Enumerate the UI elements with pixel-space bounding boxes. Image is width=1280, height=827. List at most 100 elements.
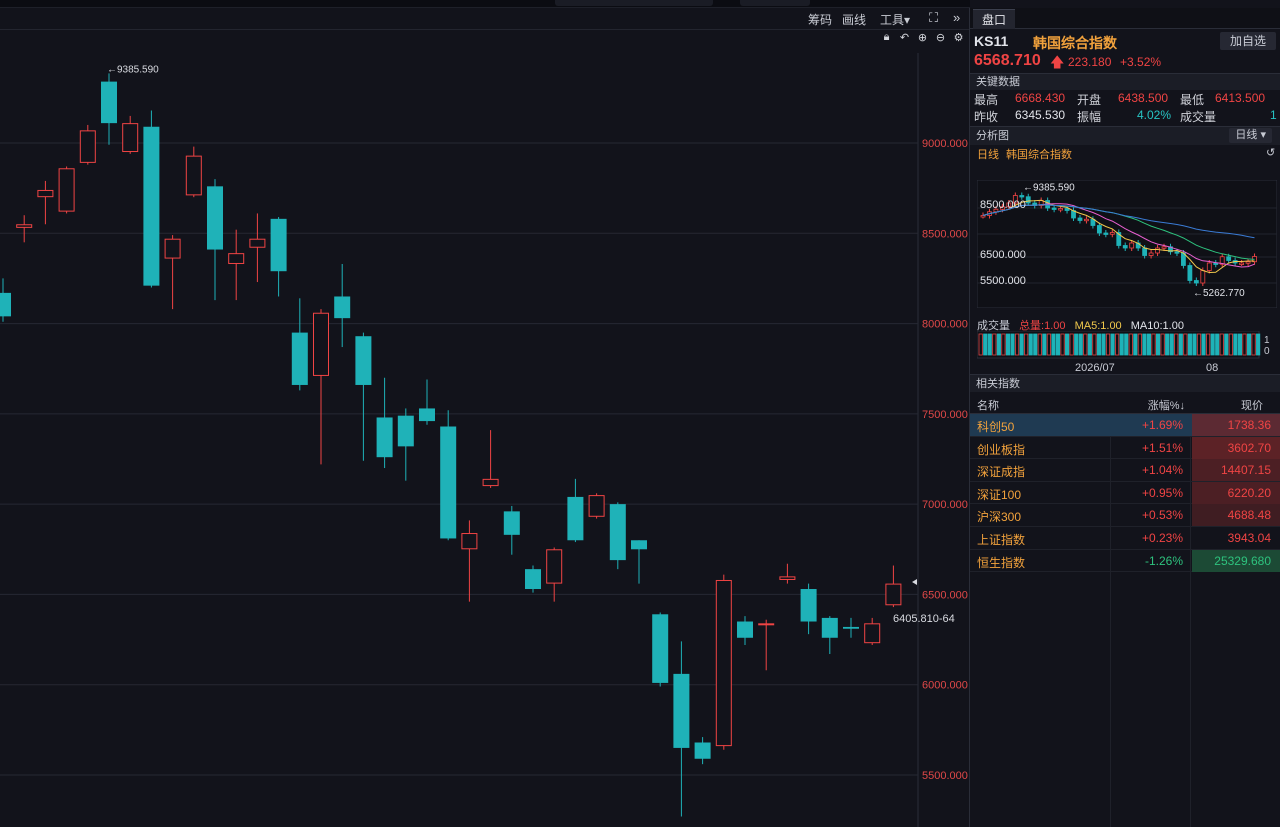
vol-bar: [1228, 333, 1233, 356]
related-price: 1738.36: [1192, 414, 1280, 436]
candle-body-up: [864, 623, 881, 644]
mini-candle-body: [1122, 245, 1128, 249]
related-row[interactable]: 沪深300 +0.53% 4688.48: [970, 504, 1280, 527]
related-row[interactable]: 恒生指数 -1.26% 25329.680: [970, 549, 1280, 573]
search-field-fragment[interactable]: [555, 0, 713, 6]
vol-y-tick: 0: [1264, 346, 1270, 357]
mini-y-tick: 6500.000: [980, 249, 1026, 261]
tools-dropdown[interactable]: 工具▾: [880, 11, 910, 28]
mini-candle-body: [1064, 208, 1070, 211]
related-row[interactable]: 上证指数 +0.23% 3943.04: [970, 527, 1280, 550]
col-name[interactable]: 名称: [977, 397, 999, 413]
tab-quote[interactable]: 盘口: [973, 9, 1015, 29]
vol-bar: [1256, 333, 1261, 356]
lock-icon[interactable]: 🔒︎: [880, 31, 893, 45]
col-pct[interactable]: 涨幅%↓: [1148, 397, 1185, 413]
price-change-pct: +3.52%: [1120, 55, 1162, 69]
tab-fragment[interactable]: [740, 0, 810, 6]
reset-icon[interactable]: ↺: [1266, 146, 1275, 159]
vol-bar: [1137, 333, 1142, 356]
vol-bar: [1146, 333, 1152, 356]
y-tick-label: 8500.000: [922, 228, 968, 240]
fullscreen-icon[interactable]: ⛶: [929, 10, 938, 26]
vol-bar: [1251, 333, 1256, 356]
vol-bar: [1237, 333, 1243, 356]
zoom-in-icon[interactable]: ⊕: [916, 31, 929, 45]
vol-bar: [1124, 333, 1129, 356]
high-label: 最高: [974, 93, 999, 107]
y-tick-label: 9000.000: [922, 138, 968, 150]
symbol-name: 韩国综合指数: [1033, 35, 1117, 51]
candle-body-down: [355, 336, 372, 385]
candle-body-up: [313, 312, 329, 376]
chart-toolbar: 筹码 画线 工具▾ ⛶ »: [0, 8, 970, 30]
undo-icon[interactable]: ↶: [898, 31, 911, 45]
last-price: 6568.710: [974, 52, 1041, 69]
mini-kline-chart[interactable]: 8500.000 6500.000 5500.000 ←9385.590 ←5262.7…: [977, 180, 1277, 308]
related-name: 深证100: [977, 487, 1022, 502]
mini-candle-body: [1245, 261, 1251, 264]
quote-price-row: 6568.710 🡅 223.180 +3.52%: [970, 51, 1280, 71]
mini-candle-body: [1161, 246, 1167, 249]
chevrons-right-icon[interactable]: »: [953, 10, 960, 25]
related-row[interactable]: 科创50 +1.69% 1738.36: [970, 414, 1280, 437]
vol-bar: [1201, 333, 1206, 356]
add-watchlist-button[interactable]: 加自选: [1220, 32, 1276, 50]
vol-bar: [1092, 333, 1097, 356]
vol-bar: [1224, 333, 1229, 356]
related-pct: +0.53%: [1141, 508, 1183, 523]
high-value: 6668.430: [1015, 91, 1066, 105]
vol-bar: [1183, 333, 1188, 356]
vol-bar: [1042, 333, 1047, 356]
vol-bar: [1151, 333, 1156, 356]
related-row[interactable]: 创业板指 +1.51% 3602.70: [970, 436, 1280, 460]
vol-bar: [1005, 333, 1011, 356]
candle-body-down: [567, 496, 584, 541]
vol-bar: [1174, 333, 1179, 356]
chips-button[interactable]: 筹码: [808, 11, 832, 28]
mini-candle-body: [1025, 196, 1031, 204]
candle-body-up: [588, 495, 605, 517]
candle-body-down: [0, 292, 11, 317]
candle-body-down: [843, 626, 859, 629]
gear-icon[interactable]: ⚙: [952, 31, 965, 45]
related-header: 相关指数: [970, 374, 1280, 392]
zoom-out-icon[interactable]: ⊖: [934, 31, 947, 45]
analysis-title: 分析图: [976, 130, 1009, 142]
mini-low-label: ←5262.770: [1193, 288, 1245, 299]
mini-candle-body: [1051, 207, 1057, 210]
vol-bar: [1206, 333, 1211, 356]
vol-bar: [1128, 333, 1133, 356]
col-price[interactable]: 现价: [1241, 397, 1263, 413]
candle-body-down: [207, 186, 223, 250]
vol-bar: [1110, 333, 1115, 356]
candlestick-chart[interactable]: 9000.000 8500.000 8000.000 7500.000 7000.000…: [0, 45, 970, 827]
mini-candle-body: [1200, 270, 1206, 284]
related-name: 沪深300: [977, 510, 1022, 525]
price-change: 223.180: [1068, 55, 1112, 69]
vol-bar: [1046, 333, 1051, 356]
vol-bar: [1242, 333, 1247, 356]
mini-y-tick: 8500.000: [980, 199, 1026, 211]
related-pct: +1.69%: [1141, 418, 1183, 432]
vol-bar: [1033, 333, 1038, 356]
mini-volume-chart[interactable]: 2026/07 08 10: [977, 331, 1277, 375]
vol-bar: [987, 333, 992, 356]
related-rows: 科创50 +1.69% 1738.36 创业板指 +1.51% 3602.70 深证成指 +1…: [970, 414, 1280, 573]
draw-line-button[interactable]: 画线: [842, 11, 866, 28]
vol-bar: [1078, 333, 1083, 356]
related-row[interactable]: 深证100 +0.95% 6220.20: [970, 481, 1280, 505]
candle-body-down: [101, 81, 117, 124]
vol-bar: [1219, 333, 1224, 356]
related-row[interactable]: 深证成指 +1.04% 14407.15: [970, 459, 1280, 482]
low-value: 6413.500: [1215, 91, 1266, 105]
mini-candle-body: [1103, 232, 1109, 235]
candle-body-down: [419, 408, 435, 422]
period-select[interactable]: 日线 ▾: [1229, 128, 1272, 143]
open-label: 开盘: [1077, 93, 1102, 107]
candle-body-up: [185, 155, 202, 196]
y-tick-label: 7000.000: [922, 499, 968, 511]
candle-body-up: [164, 238, 181, 259]
related-price: 4688.48: [1192, 504, 1280, 527]
mini-candle-body: [1148, 252, 1154, 256]
